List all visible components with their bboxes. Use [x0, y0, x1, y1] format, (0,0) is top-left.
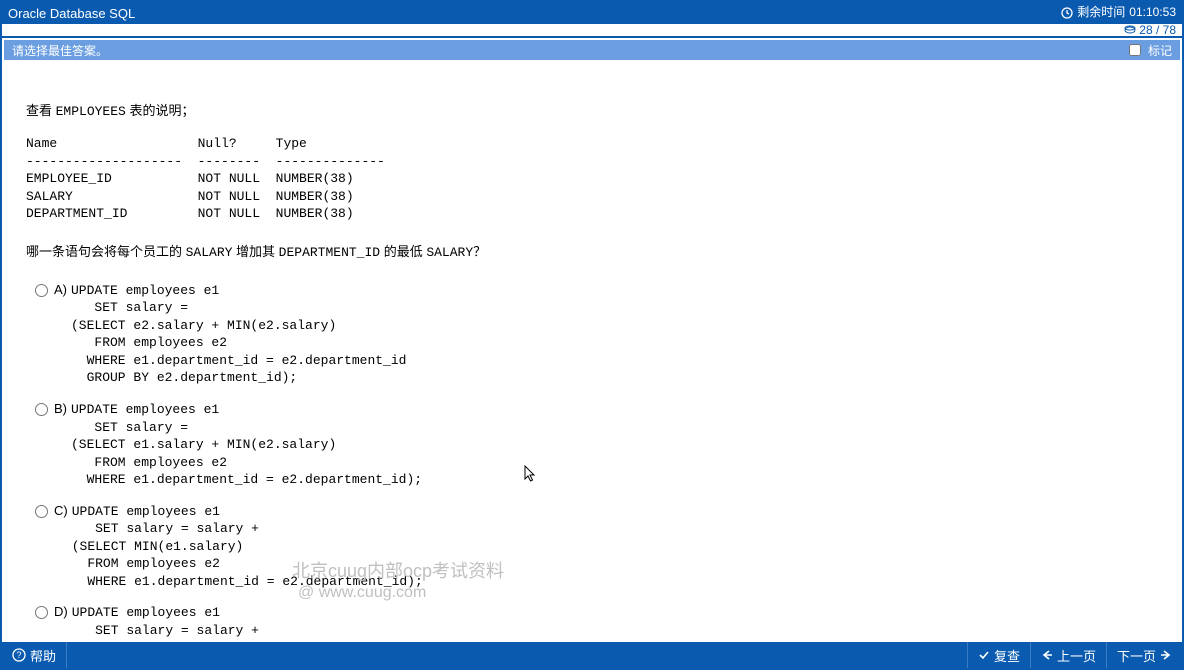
review-button[interactable]: 复查: [967, 642, 1030, 668]
next-button[interactable]: 下一页: [1106, 642, 1182, 668]
title-left: Oracle Database SQL: [8, 6, 135, 21]
qtext-k2: DEPARTMENT_ID: [279, 245, 380, 260]
prev-label: 上一页: [1057, 646, 1096, 665]
help-label: 帮助: [30, 646, 56, 665]
intro-table-name: EMPLOYEES: [56, 104, 126, 119]
footer-bar: ? 帮助 复查 上一页 下一页: [2, 642, 1182, 668]
option-b-radio[interactable]: [35, 403, 48, 416]
option-d-radio[interactable]: [35, 606, 48, 619]
option-b-letter: B): [54, 401, 67, 416]
app-frame: Oracle Database SQL 剩余时间 01:10:53 28 / 7…: [0, 0, 1184, 670]
title-bar: Oracle Database SQL 剩余时间 01:10:53: [2, 2, 1182, 24]
app-title: Oracle Database SQL: [8, 6, 135, 21]
qtext-p1: 哪一条语句会将每个员工的: [26, 244, 186, 259]
qtext-k3: SALARY: [426, 245, 473, 260]
question-text: 哪一条语句会将每个员工的 SALARY 增加其 DEPARTMENT_ID 的最…: [26, 241, 1158, 260]
status-left: [8, 24, 98, 36]
question-counter-row: 28 / 78: [1124, 23, 1176, 37]
option-c[interactable]: C) UPDATE employees e1 SET salary = sala…: [30, 503, 1158, 591]
qtext-p4: ？: [473, 244, 486, 259]
answer-options: A) UPDATE employees e1 SET salary = (SEL…: [30, 282, 1158, 642]
time-remaining: 剩余时间 01:10:53: [1061, 6, 1176, 19]
mark-label: 标记: [1148, 42, 1172, 59]
help-button[interactable]: ? 帮助: [2, 642, 67, 668]
time-value: 01:10:53: [1129, 6, 1176, 19]
question-intro: 查看 EMPLOYEES 表的说明；: [26, 100, 1158, 119]
qtext-p3: 的最低: [380, 244, 426, 259]
instruction-bar: 请选择最佳答案。 标记: [4, 40, 1180, 60]
clock-icon: [1061, 7, 1073, 19]
title-right: 剩余时间 01:10:53: [1061, 6, 1176, 19]
qtext-k1: SALARY: [186, 245, 233, 260]
status-line: 28 / 78: [2, 24, 1182, 38]
next-label: 下一页: [1117, 646, 1156, 665]
help-icon: ?: [12, 648, 26, 662]
question-content: 查看 EMPLOYEES 表的说明； Name Null? Type -----…: [2, 60, 1182, 642]
option-c-code: UPDATE employees e1 SET salary = salary …: [72, 503, 423, 591]
qtext-p2: 增加其: [232, 244, 278, 259]
mark-for-review[interactable]: 标记: [1125, 41, 1172, 59]
option-d-letter: D): [54, 604, 68, 619]
option-b-code: UPDATE employees e1 SET salary = (SELECT…: [71, 401, 422, 489]
arrow-right-icon: [1160, 649, 1172, 661]
review-label: 复查: [994, 646, 1020, 665]
option-c-letter: C): [54, 503, 68, 518]
arrow-left-icon: [1041, 649, 1053, 661]
option-d[interactable]: D) UPDATE employees e1 SET salary = sala…: [30, 604, 1158, 642]
svg-text:?: ?: [16, 650, 21, 660]
option-b[interactable]: B) UPDATE employees e1 SET salary = (SEL…: [30, 401, 1158, 489]
prev-button[interactable]: 上一页: [1030, 642, 1106, 668]
intro-prefix: 查看: [26, 103, 56, 118]
check-icon: [978, 649, 990, 661]
question-counter: 28 / 78: [1139, 23, 1176, 37]
option-a-code: UPDATE employees e1 SET salary = (SELECT…: [71, 282, 406, 387]
table-description: Name Null? Type -------------------- ---…: [26, 135, 1158, 223]
status-pill: [18, 24, 98, 36]
option-c-radio[interactable]: [35, 505, 48, 518]
counter-icon: [1124, 25, 1136, 35]
option-a-radio[interactable]: [35, 284, 48, 297]
mark-checkbox[interactable]: [1129, 44, 1141, 56]
instruction-text: 请选择最佳答案。: [12, 42, 108, 59]
time-label: 剩余时间: [1077, 6, 1125, 19]
footer-left: ? 帮助: [2, 642, 67, 668]
intro-suffix: 表的说明；: [126, 103, 195, 118]
option-d-code: UPDATE employees e1 SET salary = salary …: [72, 604, 259, 642]
footer-right: 复查 上一页 下一页: [967, 642, 1182, 668]
option-a[interactable]: A) UPDATE employees e1 SET salary = (SEL…: [30, 282, 1158, 387]
option-a-letter: A): [54, 282, 67, 297]
